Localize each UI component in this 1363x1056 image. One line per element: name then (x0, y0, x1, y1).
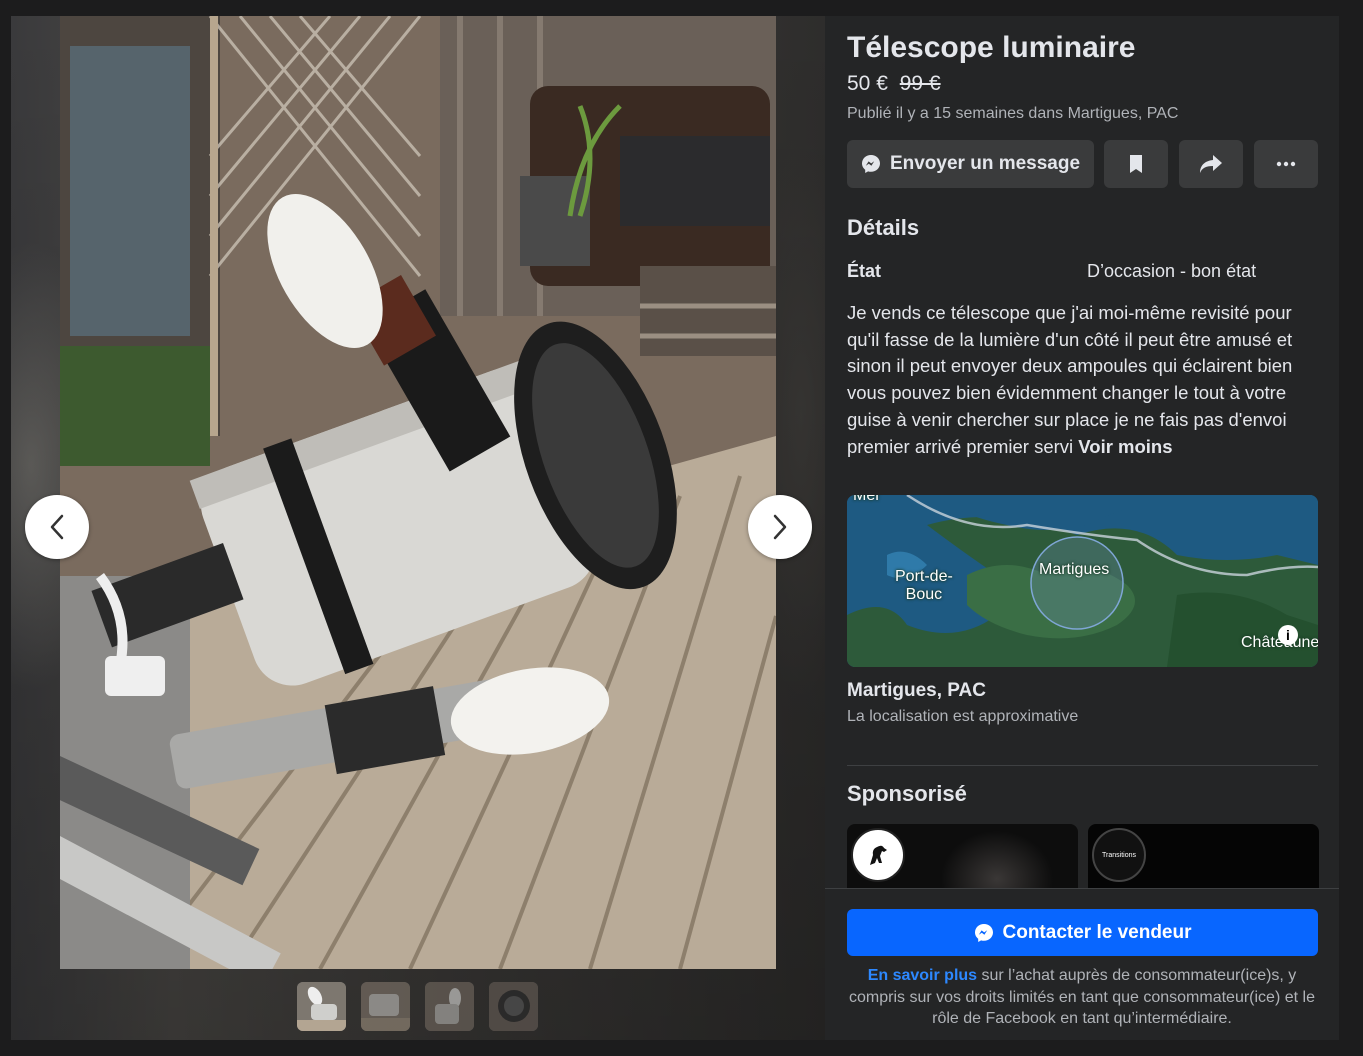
chevron-left-icon (48, 513, 66, 541)
thumbnail-2[interactable] (361, 982, 410, 1031)
original-price: 99 € (899, 72, 941, 95)
next-photo-button[interactable] (748, 495, 812, 559)
sponsored-ad-1[interactable] (847, 824, 1078, 888)
contact-footer: Contacter le vendeur En savoir plus sur … (825, 888, 1339, 1040)
send-message-button[interactable]: Envoyer un message (847, 140, 1094, 188)
share-button[interactable] (1179, 140, 1243, 188)
map-label-city: Martigues (1039, 561, 1110, 578)
thumbnail-strip (297, 982, 538, 1031)
listing-photo[interactable] (60, 16, 776, 969)
details-scroll-area[interactable]: Télescope luminaire 50 € 99 € Publié il … (825, 16, 1339, 888)
map-label-port: Port-de- Bouc (895, 568, 953, 603)
listing-meta: Publié il y a 15 semaines dans Martigues… (847, 105, 1179, 122)
see-less-link[interactable]: Voir moins (1078, 436, 1172, 457)
contact-seller-label: Contacter le vendeur (1002, 921, 1192, 943)
contact-seller-button[interactable]: Contacter le vendeur (847, 909, 1318, 956)
messenger-icon (861, 154, 881, 174)
thumbnail-4[interactable] (489, 982, 538, 1031)
sponsored-ad-2[interactable]: Transitions (1088, 824, 1319, 888)
save-button[interactable] (1104, 140, 1168, 188)
section-divider (847, 765, 1318, 766)
details-heading: Détails (847, 215, 920, 240)
transitions-logo: Transitions (1092, 828, 1146, 882)
listing-price: 50 € (847, 72, 888, 95)
share-arrow-icon (1199, 154, 1223, 174)
send-message-label: Envoyer un message (889, 153, 1081, 174)
previous-photo-button[interactable] (25, 495, 89, 559)
condition-label: État (847, 261, 882, 281)
location-note: La localisation est approximative (847, 708, 1079, 725)
location-map[interactable]: Mer Port-de- Bouc Martigues Châteaune i (847, 495, 1318, 667)
more-dots-icon (1276, 161, 1296, 167)
action-bar: Envoyer un message (847, 140, 1318, 188)
condition-value: D’occasion - bon état (1087, 261, 1257, 281)
more-options-button[interactable] (1254, 140, 1318, 188)
learn-more-link[interactable]: En savoir plus (868, 967, 977, 984)
listing-details-panel: Télescope luminaire 50 € 99 € Publié il … (825, 16, 1339, 1040)
listing-viewer: Télescope luminaire 50 € 99 € Publié il … (11, 16, 1339, 1040)
thumbnail-3[interactable] (425, 982, 474, 1031)
bookmark-icon (1128, 154, 1144, 174)
description: Je vends ce télescope que j'ai moi-même … (847, 300, 1315, 460)
messenger-icon (974, 923, 994, 943)
map-label-top: Mer (853, 495, 881, 504)
price-row: 50 € 99 € (847, 72, 941, 96)
location-city: Martigues, PAC (847, 680, 987, 701)
listing-title: Télescope luminaire (847, 31, 1136, 64)
map-info-icon[interactable]: i (1278, 625, 1298, 645)
chevron-right-icon (771, 513, 789, 541)
sponsored-heading: Sponsorisé (847, 781, 967, 806)
horse-logo-icon (851, 828, 905, 882)
legal-notice: En savoir plus sur l’achat auprès de con… (839, 965, 1325, 1030)
description-text: Je vends ce télescope que j'ai moi-même … (847, 302, 1293, 457)
media-area (11, 16, 825, 1040)
thumbnail-1[interactable] (297, 982, 346, 1031)
